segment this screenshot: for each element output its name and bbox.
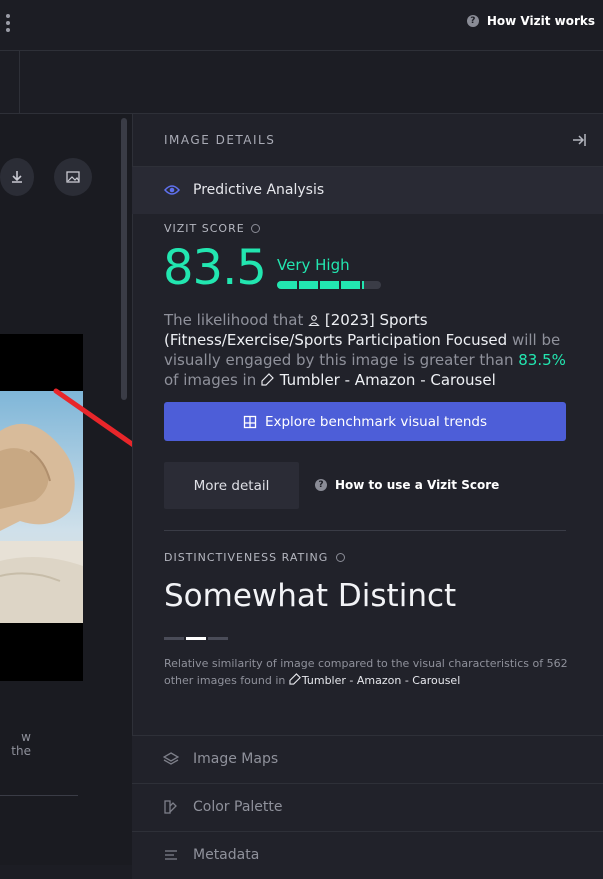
distinctiveness-meter <box>164 637 228 640</box>
panel-title: IMAGE DETAILS <box>164 133 276 147</box>
left-note-text: w the <box>11 730 31 758</box>
list-icon <box>165 850 177 860</box>
image-maps-section[interactable]: Image Maps <box>132 735 603 783</box>
tag-icon <box>261 373 274 386</box>
palette-icon <box>164 800 177 814</box>
metadata-label: Metadata <box>193 847 260 863</box>
how-vizit-works-link[interactable]: ? How Vizit works <box>466 14 595 28</box>
download-icon <box>12 171 22 183</box>
collapse-panel-icon[interactable] <box>571 132 587 148</box>
color-palette-section[interactable]: Color Palette <box>132 783 603 831</box>
kebab-icon[interactable] <box>6 14 12 34</box>
how-to-use-score-link[interactable]: ? How to use a Vizit Score <box>315 478 499 492</box>
desc-text-3: of images in <box>164 371 261 389</box>
section-divider <box>164 530 566 531</box>
benchmark-name[interactable]: Tumbler - Amazon - Carousel <box>280 371 496 389</box>
color-palette-label: Color Palette <box>193 799 283 815</box>
tag-icon <box>289 673 301 685</box>
how-vizit-works-label: How Vizit works <box>486 14 595 28</box>
metadata-section[interactable]: Metadata <box>132 831 603 879</box>
distinctiveness-label-text: DISTINCTIVENESS RATING <box>164 551 329 564</box>
score-description: The likelihood that [2023] Sports (Fitne… <box>164 310 574 390</box>
distinctiveness-value: Somewhat Distinct <box>164 578 457 614</box>
distinct-benchmark-name[interactable]: Tumbler - Amazon - Carousel <box>302 674 460 687</box>
secondary-toolbar <box>0 51 603 114</box>
meter-segment <box>208 637 228 640</box>
person-icon <box>308 315 320 327</box>
desc-text-1: The likelihood that <box>164 311 309 329</box>
explore-benchmark-button[interactable]: Explore benchmark visual trends <box>164 402 566 441</box>
image-maps-label: Image Maps <box>193 751 279 767</box>
how-to-use-score-label: How to use a Vizit Score <box>335 478 500 492</box>
meter-segment-active <box>186 637 206 640</box>
toolbar-divider <box>19 51 20 113</box>
more-detail-button[interactable]: More detail <box>164 462 299 509</box>
score-meter <box>277 281 381 289</box>
eye-icon <box>164 185 180 195</box>
vizit-score-label: VIZIT SCORE <box>164 222 260 235</box>
info-icon[interactable] <box>250 224 260 233</box>
canvas-scrollbar[interactable] <box>121 118 127 400</box>
score-level: Very High <box>277 256 350 274</box>
meter-segment <box>164 637 184 640</box>
explore-benchmark-label: Explore benchmark visual trends <box>264 413 488 430</box>
view-image-button[interactable] <box>54 158 92 196</box>
vizit-score-value: 83.5 <box>163 240 267 296</box>
help-icon: ? <box>315 479 327 491</box>
predictive-analysis-label: Predictive Analysis <box>193 182 325 198</box>
chart-book-icon <box>243 415 257 428</box>
vizit-score-label-text: VIZIT SCORE <box>164 222 245 235</box>
score-meter-fill <box>277 281 364 289</box>
layers-icon <box>163 752 179 765</box>
distinctiveness-note: Relative similarity of image compared to… <box>164 655 574 689</box>
left-divider <box>0 795 78 796</box>
desc-percent: 83.5% <box>518 351 566 369</box>
distinctiveness-label: DISTINCTIVENESS RATING <box>164 551 346 564</box>
info-icon[interactable] <box>336 553 346 562</box>
help-icon: ? <box>466 15 479 27</box>
download-button[interactable] <box>0 158 34 196</box>
image-icon <box>66 171 80 183</box>
